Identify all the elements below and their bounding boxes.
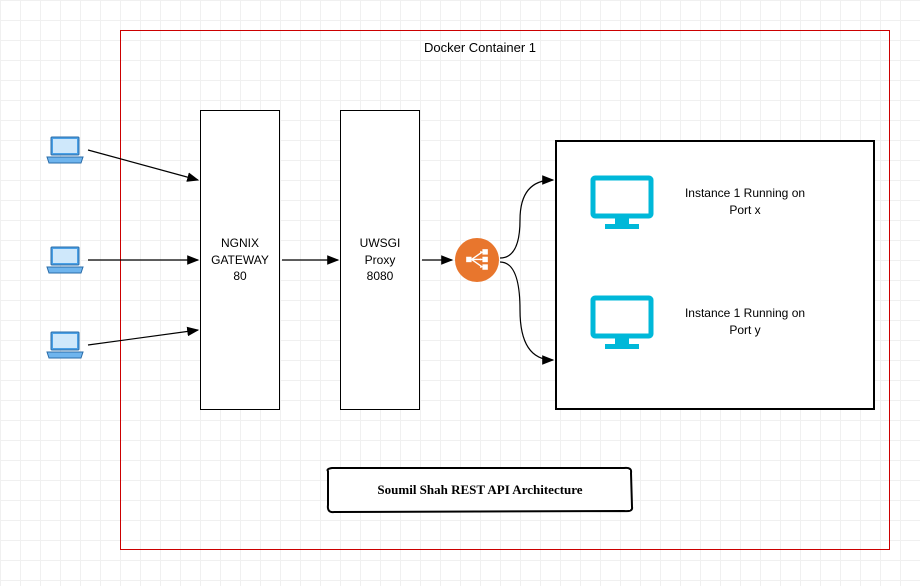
- instance-row-1: Instance 1 Running on Port x: [587, 172, 815, 232]
- instance-2-label: Instance 1 Running on Port y: [675, 305, 815, 339]
- monitor-icon: [587, 292, 657, 352]
- caption-text: Soumil Shah REST API Architecture: [377, 482, 582, 498]
- nginx-gateway-box: NGNIX GATEWAY 80: [200, 110, 280, 410]
- instance-1-label: Instance 1 Running on Port x: [675, 185, 815, 219]
- laptop-icon: [45, 135, 85, 165]
- docker-container-title: Docker Container 1: [380, 40, 580, 55]
- client-laptop-1: [45, 135, 85, 165]
- monitor-icon: [587, 172, 657, 232]
- laptop-icon: [45, 245, 85, 275]
- client-laptop-2: [45, 245, 85, 275]
- uwsgi-label: UWSGI Proxy 8080: [360, 235, 401, 285]
- instances-container: Instance 1 Running on Port x Instance 1 …: [555, 140, 875, 410]
- instance-row-2: Instance 1 Running on Port y: [587, 292, 815, 352]
- client-laptop-3: [45, 330, 85, 360]
- laptop-icon: [45, 330, 85, 360]
- uwsgi-proxy-box: UWSGI Proxy 8080: [340, 110, 420, 410]
- nginx-label: NGNIX GATEWAY 80: [211, 235, 269, 285]
- caption-box: Soumil Shah REST API Architecture: [330, 470, 630, 510]
- load-balancer-icon: [455, 238, 499, 282]
